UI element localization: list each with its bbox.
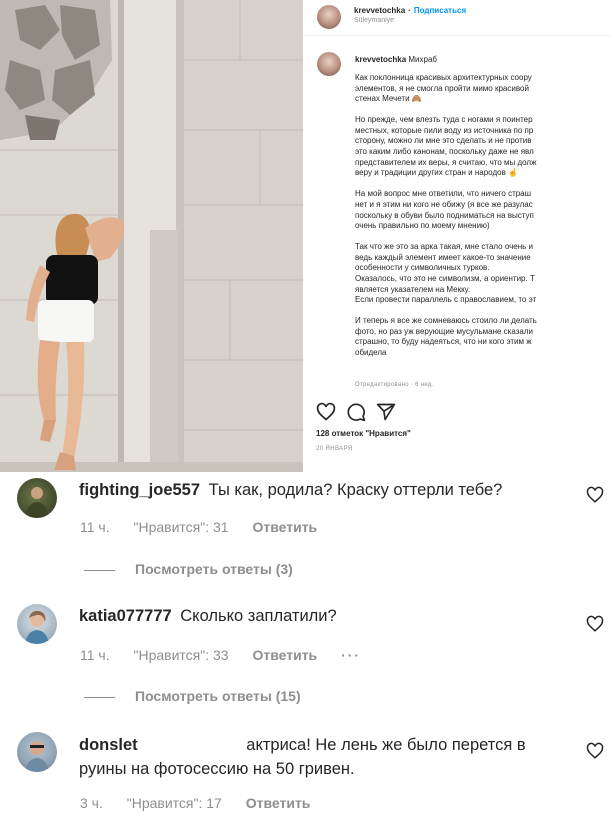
caption-line: ведь каждый элемент имеет какое-то значе… bbox=[355, 252, 531, 262]
post-photo[interactable] bbox=[0, 0, 303, 472]
caption-line: Как поклонница красивых архитектурных со… bbox=[355, 73, 532, 82]
author-username[interactable]: krevvetochka bbox=[354, 6, 405, 15]
comment-like-icon[interactable] bbox=[586, 615, 604, 633]
likes-count[interactable]: 128 отметок "Нравится" bbox=[316, 429, 411, 438]
comment: fighting_joe557 Ты как, родила? Краску о… bbox=[0, 472, 611, 600]
dot-separator: · bbox=[408, 6, 411, 15]
comment-line-1: donslet актриса! Не лень же было перется… bbox=[79, 733, 526, 757]
caption-line: Но прежде, чем влезть туда с ногами я по… bbox=[355, 115, 533, 125]
commenter-username[interactable]: fighting_joe557 bbox=[79, 481, 200, 499]
caption-paragraph: И теперь я все же сомневаюсь стоило ли д… bbox=[355, 316, 611, 358]
heart-icon[interactable] bbox=[316, 402, 336, 422]
post-header: krevvetochka · Подписаться Süleymaniye bbox=[303, 0, 611, 36]
caption-line: нет и я этим ни кого не обижу (я все же … bbox=[355, 199, 533, 209]
more-options-icon[interactable]: ··· bbox=[341, 647, 361, 663]
comment-meta: 3 ч. "Нравится": 17 Ответить bbox=[80, 795, 330, 811]
comment-time: 3 ч. bbox=[80, 795, 103, 811]
comment-line-2: руины на фотосессию на 50 гривен. bbox=[79, 760, 355, 778]
comment-time: 11 ч. bbox=[80, 519, 110, 535]
comment-likes[interactable]: "Нравится": 33 bbox=[134, 647, 229, 663]
caption-line: Если провести параллель с православием, … bbox=[355, 295, 537, 305]
author-line: krevvetochka · Подписаться bbox=[354, 6, 466, 15]
post-caption: Как поклонница красивых архитектурных со… bbox=[355, 73, 611, 369]
redacted-name bbox=[141, 736, 242, 755]
comment: donslet актриса! Не лень же было перется… bbox=[0, 728, 611, 832]
commenter-avatar[interactable] bbox=[17, 732, 57, 772]
caption-paragraph: На мой вопрос мне ответили, что ничего с… bbox=[355, 189, 611, 231]
reply-button[interactable]: Ответить bbox=[246, 795, 311, 811]
view-replies-button[interactable]: Посмотреть ответы (15) bbox=[84, 688, 301, 704]
caption-paragraph: Как поклонница красивых архитектурных со… bbox=[355, 73, 611, 105]
caption-header: krevvetochka Михраб bbox=[355, 55, 437, 64]
comment-body: katia077777 Сколько заплатили? bbox=[79, 604, 337, 628]
comment: katia077777 Сколько заплатили? 11 ч. "Нр… bbox=[0, 600, 611, 728]
view-replies-button[interactable]: Посмотреть ответы (3) bbox=[84, 561, 293, 577]
caption-line: Так что же это за арка такая, мне стало … bbox=[355, 242, 534, 252]
caption-paragraph: Так что же это за арка такая, мне стало … bbox=[355, 242, 611, 306]
post-location[interactable]: Süleymaniye bbox=[354, 17, 394, 24]
caption-line: страшно, то буду надеяться, что ни кого … bbox=[355, 337, 532, 347]
caption-line: Оказалось, что это не символизм, а ориен… bbox=[355, 274, 535, 283]
edited-label: Отредактировано · 6 нед. bbox=[355, 382, 434, 388]
caption-line: обидела bbox=[355, 348, 387, 358]
follow-button[interactable]: Подписаться bbox=[414, 6, 466, 15]
comment-time: 11 ч. bbox=[80, 647, 110, 663]
share-icon[interactable] bbox=[376, 402, 396, 422]
caption-line: особенности у символичных турков. bbox=[355, 263, 490, 273]
caption-title: Михраб bbox=[408, 55, 438, 64]
commenter-avatar[interactable] bbox=[17, 604, 57, 644]
author-avatar[interactable] bbox=[317, 5, 341, 29]
commenter-username[interactable]: katia077777 bbox=[79, 607, 172, 625]
caption-paragraph: Но прежде, чем влезть туда с ногами я по… bbox=[355, 115, 611, 179]
reply-button[interactable]: Ответить bbox=[252, 647, 317, 663]
caption-line: сторону, можно ли мне это сделать и не п… bbox=[355, 136, 532, 146]
caption-username[interactable]: krevvetochka bbox=[355, 55, 406, 64]
post-date: 20 ЯНВАРЯ bbox=[316, 446, 353, 452]
comment-text: актриса! Не лень же было перется в bbox=[246, 736, 526, 754]
comment-text: Сколько заплатили? bbox=[180, 607, 337, 625]
caption-line: поскольку в обуви было подниматься на вы… bbox=[355, 210, 534, 220]
comment-text: Ты как, родила? Краску оттерли тебе? bbox=[208, 481, 503, 499]
caption-line: это каким либо канонам, поскольку даже н… bbox=[355, 147, 534, 157]
replies-divider bbox=[84, 569, 115, 571]
caption-line: И теперь я все же сомневаюсь стоило ли д… bbox=[355, 316, 537, 326]
reply-button[interactable]: Ответить bbox=[252, 519, 317, 535]
comment-like-icon[interactable] bbox=[586, 486, 604, 504]
comment-likes[interactable]: "Нравится": 17 bbox=[127, 795, 222, 811]
instagram-post: krevvetochka · Подписаться Süleymaniye kre… bbox=[0, 0, 611, 472]
caption-line: На мой вопрос мне ответили, что ничего с… bbox=[355, 189, 532, 199]
view-replies-label: Посмотреть ответы (3) bbox=[135, 561, 293, 577]
comment-like-icon[interactable] bbox=[586, 742, 604, 760]
comment-body: fighting_joe557 Ты как, родила? Краску о… bbox=[79, 478, 502, 502]
caption-author-avatar[interactable] bbox=[317, 52, 341, 76]
replies-divider bbox=[84, 696, 115, 698]
caption-line: элементов, я не смогла пройти мимо краси… bbox=[355, 83, 529, 93]
caption-line: является указателем на Мекку. bbox=[355, 284, 471, 294]
comment-meta: 11 ч. "Нравится": 31 Ответить bbox=[80, 519, 337, 535]
commenter-avatar[interactable] bbox=[17, 478, 57, 518]
comment-body: donslet актриса! Не лень же было перется… bbox=[79, 733, 526, 781]
caption-line: фото, но раз уж верующие мусульмане сказ… bbox=[355, 326, 533, 336]
comment-likes[interactable]: "Нравится": 31 bbox=[134, 519, 229, 535]
comment-meta: 11 ч. "Нравится": 33 Ответить ··· bbox=[80, 647, 381, 663]
caption-line: стенах Мечети 🙈 bbox=[355, 94, 422, 104]
caption-line: очень правильно по моему мнению) bbox=[355, 221, 490, 231]
post-details-panel: krevvetochka · Подписаться Süleymaniye kre… bbox=[303, 0, 611, 472]
caption-line: местных, которые пили воду из источника … bbox=[355, 125, 534, 135]
caption-line: веру и традиции других стран и народов ☝… bbox=[355, 168, 518, 178]
commenter-username[interactable]: donslet bbox=[79, 736, 138, 754]
view-replies-label: Посмотреть ответы (15) bbox=[135, 688, 301, 704]
comment-icon[interactable] bbox=[346, 402, 366, 422]
caption-line: представителем их веры, я считаю, что мы… bbox=[355, 157, 537, 167]
